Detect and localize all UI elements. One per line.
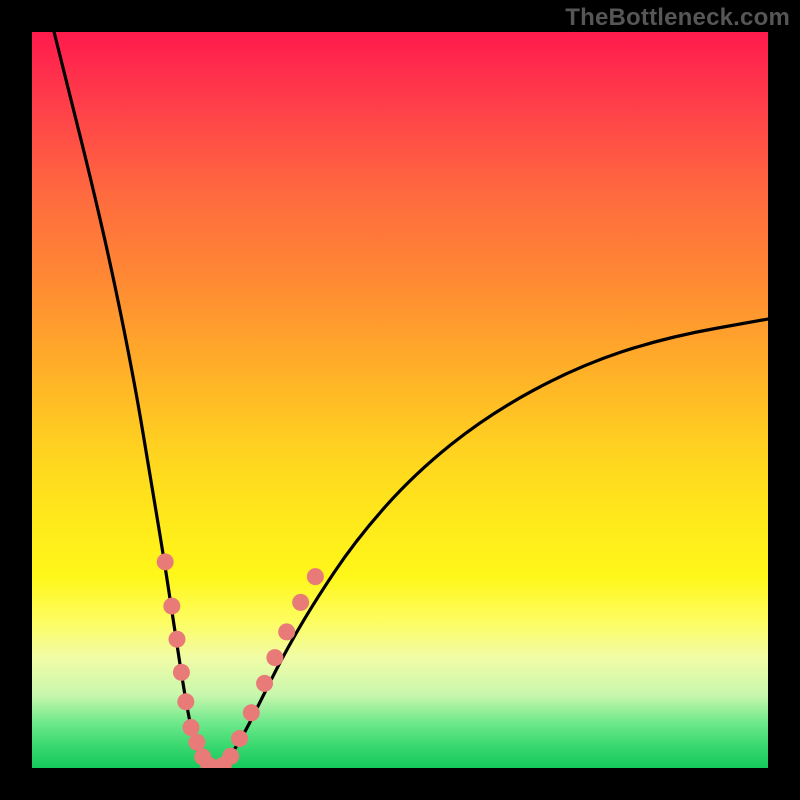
chart-frame: TheBottleneck.com: [0, 0, 800, 800]
data-marker: [168, 631, 185, 648]
data-marker: [266, 649, 283, 666]
data-marker: [278, 623, 295, 640]
data-marker: [157, 553, 174, 570]
right-curve: [216, 319, 768, 768]
data-marker: [163, 598, 180, 615]
left-curve: [54, 32, 216, 768]
data-marker: [173, 664, 190, 681]
data-marker: [188, 734, 205, 751]
watermark-text: TheBottleneck.com: [565, 4, 790, 32]
data-marker: [256, 675, 273, 692]
data-marker: [222, 748, 239, 765]
chart-svg: [32, 32, 768, 768]
data-marker: [243, 704, 260, 721]
data-marker: [231, 730, 248, 747]
data-marker: [292, 594, 309, 611]
data-marker: [307, 568, 324, 585]
data-marker: [177, 693, 194, 710]
plot-area: [32, 32, 768, 768]
data-markers: [157, 553, 324, 768]
data-marker: [182, 719, 199, 736]
